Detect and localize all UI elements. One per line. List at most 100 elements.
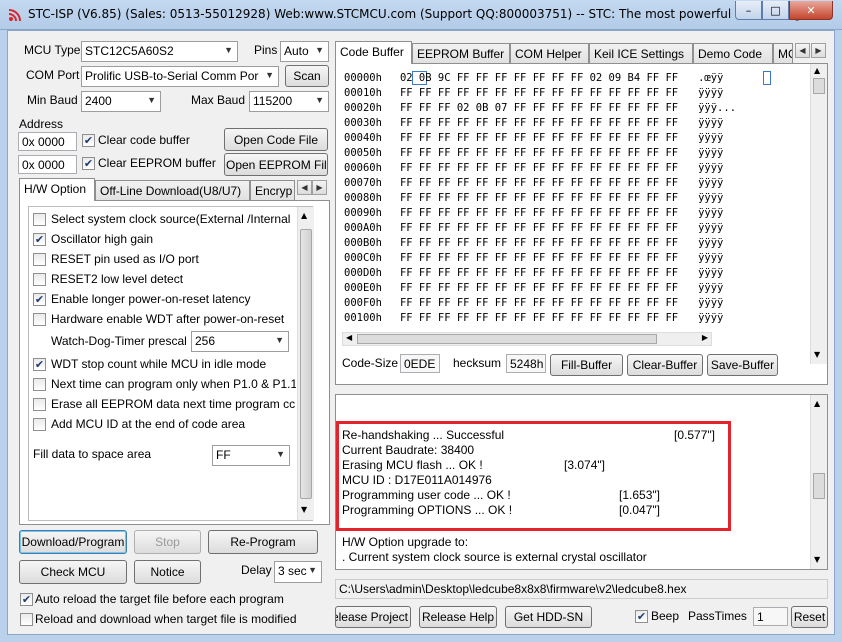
- scroll-up-icon[interactable]: ▲: [814, 399, 820, 408]
- option-checkbox[interactable]: [33, 313, 46, 326]
- wdt-prescale-select[interactable]: 256 ▼: [191, 331, 289, 352]
- scroll-up-icon[interactable]: ▲: [814, 66, 820, 75]
- tab-hw-option[interactable]: H/W Option: [19, 178, 95, 201]
- tab-demo-code[interactable]: Demo Code: [693, 43, 773, 64]
- tab-eeprom-buffer[interactable]: EEPROM Buffer: [412, 43, 510, 64]
- tab-encrypt[interactable]: Encryp: [250, 180, 295, 201]
- scroll-thumb[interactable]: [300, 229, 312, 499]
- hex-ascii: ÿÿÿÿ: [698, 267, 724, 279]
- option-checkbox[interactable]: [33, 273, 46, 286]
- hex-row: 00030h FF FF FF FF FF FF FF FF FF FF FF F…: [344, 116, 723, 131]
- option-checkbox[interactable]: ✔: [33, 293, 46, 306]
- tab-scroll-left-icon[interactable]: ◀: [297, 180, 312, 195]
- scroll-down-icon[interactable]: ▼: [814, 350, 820, 359]
- scroll-thumb[interactable]: [357, 334, 657, 344]
- scroll-up-icon[interactable]: ▲: [301, 211, 307, 220]
- tab-keil-ice[interactable]: Keil ICE Settings: [589, 43, 693, 64]
- hex-bytes: FF FF FF FF FF FF FF FF FF FF FF FF FF F…: [399, 282, 679, 294]
- code-address-input[interactable]: 0x 0000: [18, 132, 77, 151]
- reset-button[interactable]: Reset: [791, 606, 828, 628]
- hex-horizontal-scrollbar[interactable]: ◀ ▶: [342, 332, 712, 346]
- clear-code-label: Clear code buffer: [98, 133, 190, 147]
- title-bar: STC-ISP (V6.85) (Sales: 0513-55012928) W…: [0, 0, 842, 30]
- get-hdd-sn-button[interactable]: Get HDD-SN: [505, 606, 592, 628]
- tab-com-helper[interactable]: COM Helper: [510, 43, 589, 64]
- option-checkbox[interactable]: [33, 213, 46, 226]
- auto-reload-checkbox[interactable]: ✔: [20, 593, 33, 606]
- option-label: Erase all EEPROM data next time program …: [51, 397, 296, 411]
- option-label: Hardware enable WDT after power-on-reset: [51, 312, 285, 326]
- pins-select[interactable]: Auto ▼: [280, 41, 329, 62]
- notice-button[interactable]: Notice: [134, 560, 201, 584]
- tab-scroll-left-icon[interactable]: ◀: [795, 43, 810, 58]
- tab-code-buffer[interactable]: Code Buffer: [335, 41, 412, 64]
- option-checkbox[interactable]: ✔: [33, 358, 46, 371]
- beep-checkbox[interactable]: ✔: [635, 610, 648, 623]
- hex-address: 00010h: [344, 87, 382, 99]
- fill-buffer-button[interactable]: Fill-Buffer: [550, 354, 623, 376]
- scroll-right-icon[interactable]: ▶: [702, 333, 708, 342]
- hex-bytes: FF FF FF FF FF FF FF FF FF FF FF FF FF F…: [399, 147, 679, 159]
- tab-offline-download[interactable]: Off-Line Download(U8/U7): [95, 180, 250, 201]
- check-mcu-button[interactable]: Check MCU: [19, 560, 127, 584]
- hex-address: 00070h: [344, 177, 382, 189]
- hex-ascii: ÿÿÿÿ: [698, 312, 724, 324]
- scan-button[interactable]: Scan: [285, 65, 329, 87]
- mcu-type-select[interactable]: STC12C5A60S2 ▼: [81, 41, 238, 62]
- scroll-down-icon[interactable]: ▼: [301, 505, 307, 514]
- hex-vertical-scrollbar[interactable]: ▲ ▼: [810, 64, 827, 364]
- delay-select[interactable]: 3 sec ▼: [274, 561, 322, 583]
- com-port-select[interactable]: Prolific USB-to-Serial Comm Por ▼: [81, 66, 279, 87]
- checksum-value: 5248h: [506, 354, 546, 373]
- max-baud-select[interactable]: 115200 ▼: [249, 91, 329, 112]
- open-eeprom-file-button[interactable]: Open EEPROM File: [224, 153, 328, 176]
- option-checkbox[interactable]: [33, 253, 46, 266]
- hex-row: 00060h FF FF FF FF FF FF FF FF FF FF FF F…: [344, 161, 723, 176]
- hex-row: 00090h FF FF FF FF FF FF FF FF FF FF FF F…: [344, 206, 723, 221]
- release-help-button[interactable]: Release Help: [419, 606, 497, 628]
- option-checkbox[interactable]: [33, 398, 46, 411]
- hex-address: 000E0h: [344, 282, 382, 294]
- log-line: Programming user code ... OK !: [342, 488, 511, 502]
- tab-more[interactable]: MC: [773, 43, 793, 64]
- hex-view[interactable]: 00000h 02 0B 9C FF FF FF FF FF FF FF 02 0…: [336, 64, 811, 329]
- max-baud-label: Max Baud: [191, 93, 246, 107]
- minimize-button[interactable]: –: [735, 1, 762, 20]
- clear-code-checkbox[interactable]: ✔: [82, 134, 95, 147]
- maximize-button[interactable]: □: [762, 1, 789, 20]
- re-program-button[interactable]: Re-Program: [208, 530, 318, 554]
- download-program-button[interactable]: Download/Program: [19, 530, 127, 554]
- scroll-thumb[interactable]: [813, 78, 825, 94]
- option-list-scrollbar[interactable]: ▲ ▼: [297, 207, 314, 520]
- option-checkbox[interactable]: [33, 378, 46, 391]
- scroll-thumb[interactable]: [813, 473, 825, 499]
- tab-scroll-right-icon[interactable]: ▶: [811, 43, 826, 58]
- hex-row: 00010h FF FF FF FF FF FF FF FF FF FF FF F…: [344, 86, 723, 101]
- release-project-button[interactable]: Release Project: [335, 606, 411, 628]
- option-checkbox[interactable]: ✔: [33, 233, 46, 246]
- clear-buffer-button[interactable]: Clear-Buffer: [627, 354, 703, 376]
- scroll-down-icon[interactable]: ▼: [814, 555, 820, 564]
- minimize-icon: –: [745, 3, 752, 17]
- scroll-left-icon[interactable]: ◀: [346, 333, 352, 342]
- hex-row: 000A0h FF FF FF FF FF FF FF FF FF FF FF F…: [344, 221, 723, 236]
- hex-row: 000F0h FF FF FF FF FF FF FF FF FF FF FF F…: [344, 296, 723, 311]
- fill-data-value: FF: [216, 448, 231, 462]
- open-code-file-button[interactable]: Open Code File: [224, 128, 328, 151]
- log-scrollbar[interactable]: ▲ ▼: [810, 395, 827, 569]
- clear-eeprom-checkbox[interactable]: ✔: [82, 157, 95, 170]
- reload-download-checkbox[interactable]: [20, 613, 33, 626]
- tab-scroll-right-icon[interactable]: ▶: [312, 180, 327, 195]
- hex-bytes: FF FF FF FF FF FF FF FF FF FF FF FF FF F…: [399, 237, 679, 249]
- eeprom-address-input[interactable]: 0x 0000: [18, 155, 77, 174]
- fill-data-select[interactable]: FF ▼: [212, 445, 290, 466]
- hex-ascii: ÿÿÿÿ: [698, 162, 724, 174]
- close-button[interactable]: ✕: [789, 1, 833, 20]
- min-baud-select[interactable]: 2400 ▼: [81, 91, 161, 112]
- option-checkbox[interactable]: [33, 418, 46, 431]
- log-line: Current Baudrate: 38400: [342, 443, 475, 457]
- save-buffer-button[interactable]: Save-Buffer: [707, 354, 778, 376]
- option-label: Next time can program only when P1.0 & P…: [51, 377, 296, 391]
- log-output[interactable]: Re-handshaking ... Successful [0.577"] Cur…: [335, 394, 828, 570]
- stop-button[interactable]: Stop: [134, 530, 201, 554]
